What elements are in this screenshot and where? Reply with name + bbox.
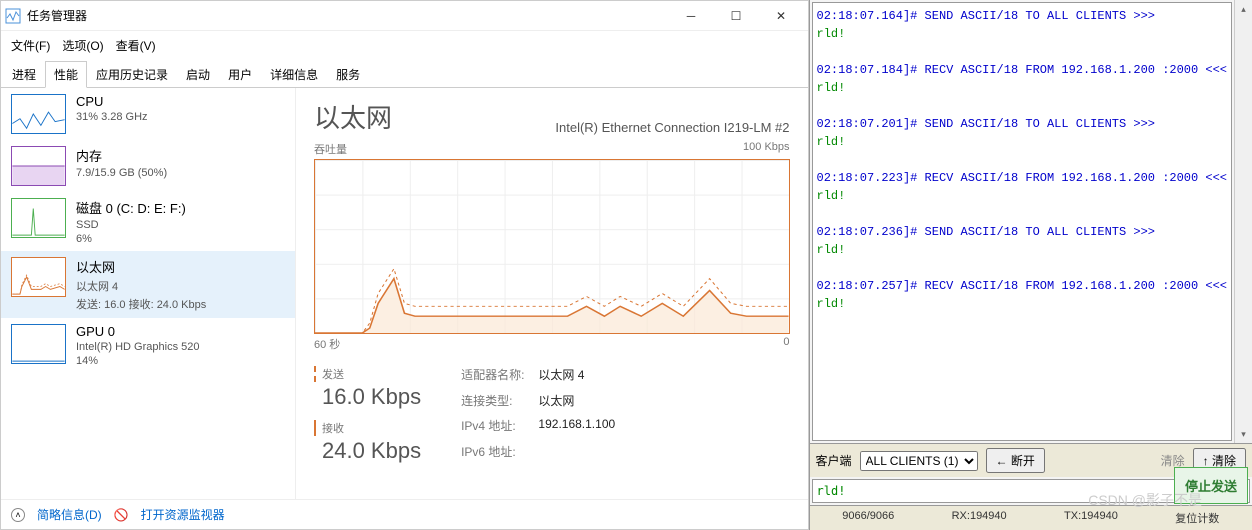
sidebar-mem-title: 内存 — [76, 146, 167, 165]
resmon-link[interactable]: 打开资源监视器 — [141, 506, 225, 523]
menubar: 文件(F) 选项(O) 查看(V) — [1, 31, 808, 60]
chart-label-max: 100 Kbps — [743, 141, 789, 157]
disk-mini-chart — [11, 198, 66, 238]
log-area[interactable]: 02:18:07.164]# SEND ASCII/18 TO ALL CLIE… — [812, 2, 1232, 441]
sidebar: CPU 31% 3.28 GHz 内存 7.9/15.9 GB (50%) — [1, 88, 296, 499]
sidebar-disk-sub1: SSD — [76, 219, 186, 231]
sidebar-gpu-title: GPU 0 — [76, 324, 200, 339]
sidebar-mem-sub: 7.9/15.9 GB (50%) — [76, 167, 167, 179]
perf-header: 以太网 Intel(R) Ethernet Connection I219-LM… — [314, 98, 790, 135]
menu-file[interactable]: 文件(F) — [7, 35, 54, 56]
tab-performance[interactable]: 性能 — [45, 61, 87, 88]
sidebar-cpu-sub: 31% 3.28 GHz — [76, 111, 148, 123]
ipv4-label: IPv4 地址: — [461, 417, 524, 439]
sidebar-gpu-sub1: Intel(R) HD Graphics 520 — [76, 341, 200, 353]
sidebar-cpu-title: CPU — [76, 94, 148, 109]
chart-label-zero: 0 — [783, 336, 789, 352]
task-manager-window: 任务管理器 ─ ☐ ✕ 文件(F) 选项(O) 查看(V) 进程 性能 应用历史… — [0, 0, 809, 530]
tab-bar: 进程 性能 应用历史记录 启动 用户 详细信息 服务 — [1, 60, 808, 88]
window-controls: ─ ☐ ✕ — [669, 2, 804, 30]
adapter-label: 适配器名称: — [461, 366, 524, 388]
menu-options[interactable]: 选项(O) — [58, 35, 107, 56]
recv-stat: 接收 24.0 Kbps — [314, 420, 421, 464]
send-stat: 发送 16.0 Kbps — [314, 366, 421, 410]
ipv6-label: IPv6 地址: — [461, 443, 524, 465]
status-count: 9066/9066 — [842, 510, 894, 526]
tab-app-history[interactable]: 应用历史记录 — [87, 61, 177, 88]
footer: ˄ 简略信息(D) 🚫 打开资源监视器 — [1, 499, 808, 529]
disconnect-button[interactable]: ← 断开 — [986, 448, 1045, 473]
send-value: 16.0 Kbps — [314, 384, 421, 410]
tab-details[interactable]: 详细信息 — [261, 61, 327, 88]
ipv6-value — [538, 443, 615, 465]
chart-label-60s: 60 秒 — [314, 336, 340, 352]
sidebar-item-ethernet[interactable]: 以太网 以太网 4 发送: 16.0 接收: 24.0 Kbps — [1, 251, 295, 318]
scroll-track[interactable] — [1235, 18, 1252, 425]
tab-users[interactable]: 用户 — [219, 61, 261, 88]
client-select[interactable]: ALL CLIENTS (1) — [860, 451, 978, 471]
send-label: 发送 — [314, 366, 421, 382]
resmon-icon: 🚫 — [114, 508, 129, 522]
titlebar[interactable]: 任务管理器 ─ ☐ ✕ — [1, 1, 808, 31]
chart-top-labels: 吞吐量 100 Kbps — [314, 141, 790, 157]
adapter-value: 以太网 4 — [538, 366, 615, 388]
sidebar-item-memory[interactable]: 内存 7.9/15.9 GB (50%) — [1, 140, 295, 192]
scroll-up-icon[interactable]: ▴ — [1235, 0, 1252, 18]
throughput-chart[interactable] — [314, 159, 790, 334]
status-tx: TX:194940 — [1064, 510, 1118, 526]
sidebar-eth-sub2: 发送: 16.0 接收: 24.0 Kbps — [76, 296, 206, 312]
scrollbar[interactable]: ▴ ▾ — [1234, 0, 1252, 443]
sidebar-item-gpu[interactable]: GPU 0 Intel(R) HD Graphics 520 14% — [1, 318, 295, 373]
chart-bottom-labels: 60 秒 0 — [314, 336, 790, 352]
recv-value: 24.0 Kbps — [314, 438, 421, 464]
sidebar-eth-title: 以太网 — [76, 257, 206, 276]
tab-startup[interactable]: 启动 — [177, 61, 219, 88]
ipv4-value: 192.168.1.100 — [538, 417, 615, 439]
sidebar-disk-title: 磁盘 0 (C: D: E: F:) — [76, 198, 186, 217]
conn-value: 以太网 — [538, 392, 615, 414]
app-icon — [5, 8, 21, 24]
recv-label: 接收 — [314, 420, 421, 436]
stop-send-button[interactable]: 停止发送 — [1174, 467, 1248, 504]
client-label: 客户端 — [816, 452, 852, 469]
tab-services[interactable]: 服务 — [327, 61, 369, 88]
minimize-button[interactable]: ─ — [669, 2, 714, 30]
sidebar-eth-sub1: 以太网 4 — [76, 278, 206, 294]
chart-label-throughput: 吞吐量 — [314, 141, 347, 157]
menu-view[interactable]: 查看(V) — [112, 35, 160, 56]
window-title: 任务管理器 — [27, 7, 669, 24]
gpu-mini-chart — [11, 324, 66, 364]
sidebar-disk-sub2: 6% — [76, 233, 186, 245]
net-footer: 9066/9066 RX:194940 TX:194940 复位计数 — [810, 505, 1252, 530]
maximize-button[interactable]: ☐ — [714, 2, 759, 30]
chevron-up-icon[interactable]: ˄ — [11, 508, 25, 522]
ethernet-mini-chart — [11, 257, 66, 297]
network-tool-window: 02:18:07.164]# SEND ASCII/18 TO ALL CLIE… — [809, 0, 1252, 530]
close-button[interactable]: ✕ — [759, 2, 804, 30]
adapter-info: 适配器名称: 以太网 4 连接类型: 以太网 IPv4 地址: 192.168.… — [461, 366, 615, 464]
sidebar-item-cpu[interactable]: CPU 31% 3.28 GHz — [1, 88, 295, 140]
tab-processes[interactable]: 进程 — [3, 61, 45, 88]
performance-body: CPU 31% 3.28 GHz 内存 7.9/15.9 GB (50%) — [1, 88, 808, 499]
scroll-down-icon[interactable]: ▾ — [1235, 425, 1252, 443]
simple-info-link[interactable]: 简略信息(D) — [37, 506, 102, 523]
sidebar-item-disk[interactable]: 磁盘 0 (C: D: E: F:) SSD 6% — [1, 192, 295, 251]
status-rx: RX:194940 — [952, 510, 1007, 526]
cpu-mini-chart — [11, 94, 66, 134]
stats-row: 发送 16.0 Kbps 接收 24.0 Kbps 适配器名称: 以太网 4 连… — [314, 366, 790, 464]
status-reset[interactable]: 复位计数 — [1175, 510, 1219, 526]
sidebar-gpu-sub2: 14% — [76, 355, 200, 367]
main-performance-panel: 以太网 Intel(R) Ethernet Connection I219-LM… — [296, 88, 808, 499]
memory-mini-chart — [11, 146, 66, 186]
perf-title: 以太网 — [314, 98, 392, 135]
perf-subtitle: Intel(R) Ethernet Connection I219-LM #2 — [555, 120, 789, 135]
conn-label: 连接类型: — [461, 392, 524, 414]
